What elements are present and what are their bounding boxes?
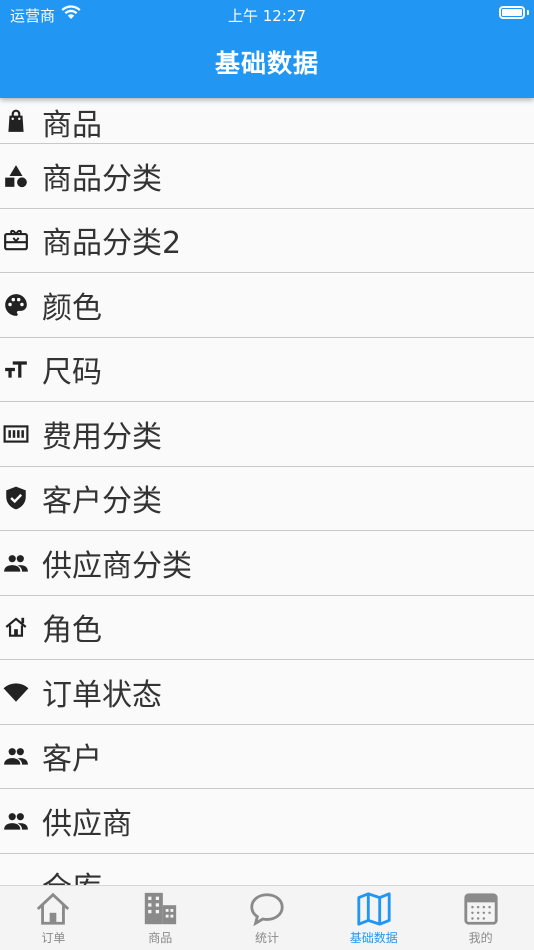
people-icon: [3, 743, 29, 769]
tab-label: 统计: [254, 931, 279, 945]
category-shapes-icon: [3, 163, 29, 189]
list-item-customer-category[interactable]: 客户分类: [0, 467, 534, 531]
calendar-icon: [462, 890, 500, 928]
list-item-label: 商品: [42, 108, 102, 143]
home-icon: [34, 890, 72, 928]
page-title: 基础数据: [214, 49, 319, 78]
tab-label: 商品: [148, 931, 173, 945]
chat-bubble-icon: [248, 890, 286, 928]
list-item-label: 供应商分类: [42, 548, 192, 584]
text-size-icon: [3, 356, 29, 382]
tab-orders[interactable]: 订单: [0, 886, 107, 950]
partial-icon: [3, 872, 29, 885]
list-item-label: 颜色: [42, 290, 102, 326]
list-item-color[interactable]: 颜色: [0, 273, 534, 338]
tab-mine[interactable]: 我的: [427, 886, 534, 950]
list-item-label: 客户: [42, 742, 102, 778]
house-roof-icon: [3, 614, 29, 640]
app-bar: 运营商 上午 12:27 基础数据: [0, 0, 534, 98]
tab-label: 订单: [41, 931, 66, 945]
list-item-customer[interactable]: 客户: [0, 725, 534, 789]
tab-statistics[interactable]: 统计: [214, 886, 321, 950]
people-icon: [3, 808, 29, 834]
card-giftcard-icon: [3, 227, 29, 253]
list-item-product-category[interactable]: 商品分类: [0, 144, 534, 209]
list-item-order-status[interactable]: 订单状态: [0, 660, 534, 725]
bottom-tab-bar: 订单 商品 统计 基础数据 我的: [0, 885, 534, 950]
buildings-icon: [141, 890, 179, 928]
wifi-signal-icon: [3, 679, 29, 705]
list-item-label: 客户分类: [42, 484, 162, 520]
list-item-label: 角色: [42, 613, 102, 649]
palette-icon: [3, 292, 29, 318]
list-item-product[interactable]: 商品: [0, 98, 534, 144]
list-item-label: 供应商: [42, 806, 132, 842]
list-item-product-category-2[interactable]: 商品分类2: [0, 209, 534, 273]
list-item-size[interactable]: 尺码: [0, 338, 534, 402]
map-icon: [355, 890, 393, 928]
list-item-role[interactable]: 角色: [0, 596, 534, 660]
list-item-label: 仓库: [42, 863, 102, 885]
list-item-warehouse[interactable]: 仓库: [0, 854, 534, 885]
tab-label: 我的: [468, 931, 493, 945]
list-item-supplier-category[interactable]: 供应商分类: [0, 531, 534, 596]
shopping-bag-icon: [3, 108, 29, 134]
battery-tip: [527, 10, 529, 15]
list-item-label: 尺码: [42, 355, 102, 391]
verified-shield-icon: [3, 485, 29, 511]
status-bar: 运营商 上午 12:27: [0, 0, 534, 28]
list-item-label: 商品分类: [42, 161, 162, 197]
battery-icon: [499, 6, 525, 19]
tab-label: 基础数据: [349, 931, 398, 945]
tab-products[interactable]: 商品: [107, 886, 214, 950]
list-item-label: 费用分类: [42, 419, 162, 455]
list-item-label: 商品分类2: [42, 226, 182, 262]
list-item-supplier[interactable]: 供应商: [0, 789, 534, 854]
list-item-expense-category[interactable]: 费用分类: [0, 402, 534, 467]
people-icon: [3, 550, 29, 576]
basic-data-list[interactable]: 商品 商品分类 商品分类2 颜色 尺码 费用分类 客户分类 供应商分类 角色 订…: [0, 98, 534, 885]
tab-basic-data[interactable]: 基础数据: [320, 886, 427, 950]
barcode-meter-icon: [3, 421, 29, 447]
list-item-label: 订单状态: [42, 677, 162, 713]
clock: 上午 12:27: [228, 7, 306, 25]
